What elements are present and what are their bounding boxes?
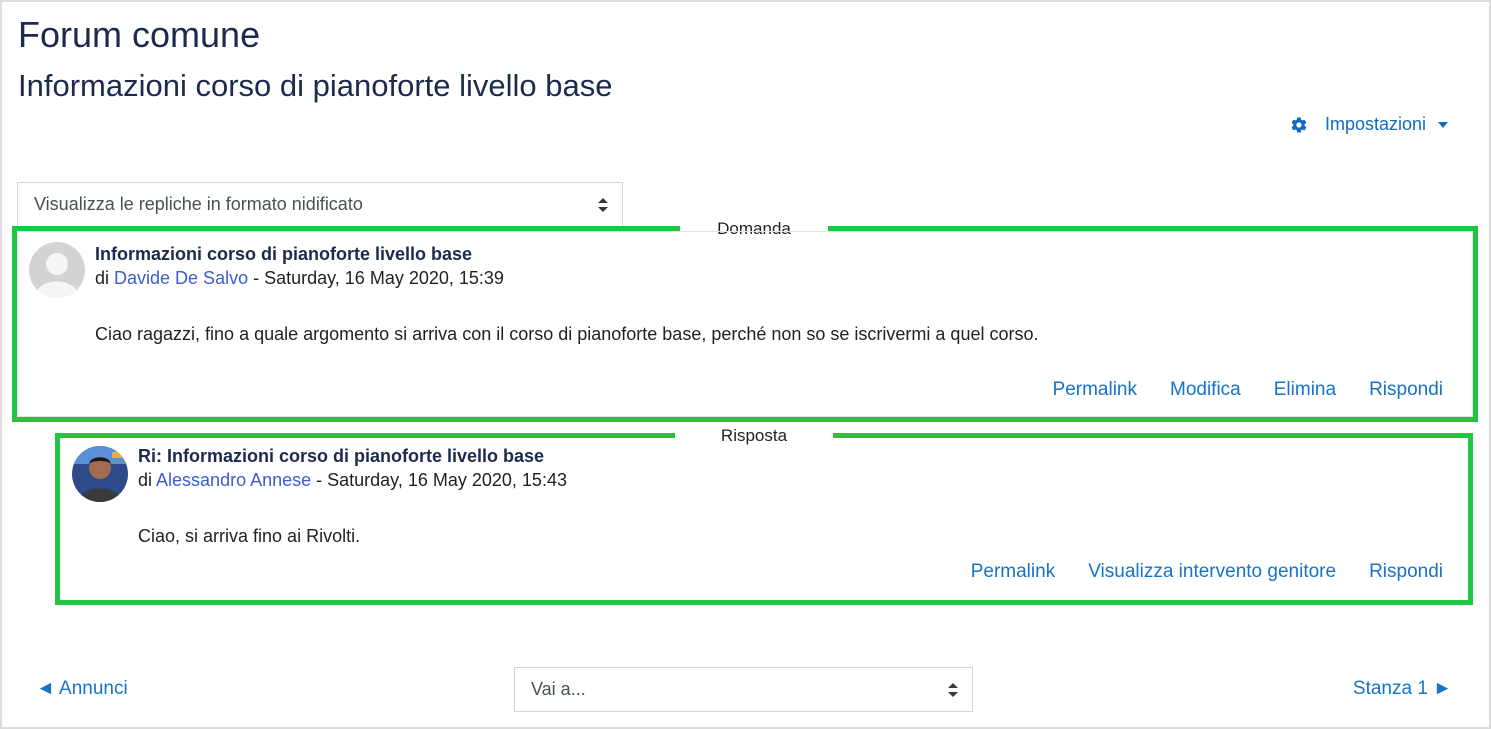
edit-link[interactable]: Modifica: [1170, 379, 1241, 401]
post-subject: Informazioni corso di pianoforte livello…: [95, 244, 473, 264]
select-arrows-icon: [948, 682, 958, 697]
post-meta: di Davide De Salvo - Saturday, 16 May 20…: [95, 268, 504, 289]
post-date: - Saturday, 16 May 2020, 15:39: [248, 268, 504, 288]
post-subject: Ri: Informazioni corso di pianoforte liv…: [138, 446, 545, 466]
discussion-title: Informazioni corso di pianoforte livello…: [18, 68, 613, 103]
by-prefix: di: [95, 268, 115, 288]
jump-to-select[interactable]: Vai a...: [514, 667, 973, 712]
next-activity-link[interactable]: Stanza 1 ►: [1353, 678, 1452, 700]
author-link[interactable]: Davide De Salvo: [114, 268, 248, 288]
by-prefix: di: [138, 470, 157, 490]
caret-down-icon: [1438, 121, 1449, 128]
reply-link[interactable]: Rispondi: [1369, 561, 1443, 583]
default-user-icon: [29, 242, 85, 298]
post-date: - Saturday, 16 May 2020, 15:43: [311, 470, 567, 490]
display-mode-select[interactable]: Visualizza le repliche in formato nidifi…: [17, 182, 623, 227]
post-actions: Permalink Modifica Elimina Rispondi: [1053, 379, 1443, 401]
forum-title: Forum comune: [18, 14, 261, 55]
avatar[interactable]: [72, 446, 128, 502]
prev-activity-link[interactable]: ◄ Annunci: [36, 678, 128, 700]
show-parent-link[interactable]: Visualizza intervento genitore: [1088, 561, 1336, 583]
gear-icon: [1291, 116, 1307, 133]
permalink-link[interactable]: Permalink: [971, 561, 1055, 583]
jump-to-value: Vai a...: [531, 679, 586, 699]
post-actions: Permalink Visualizza intervento genitore…: [971, 561, 1443, 583]
select-arrows-icon: [598, 197, 608, 212]
answer-annotation-label: Risposta: [675, 426, 833, 446]
post-body: Ciao ragazzi, fino a quale argomento si …: [95, 324, 1039, 344]
author-link[interactable]: Alessandro Annese: [156, 470, 311, 490]
settings-menu[interactable]: Impostazioni: [1290, 114, 1449, 135]
display-mode-value: Visualizza le repliche in formato nidifi…: [34, 194, 363, 214]
permalink-link[interactable]: Permalink: [1053, 379, 1137, 401]
avatar[interactable]: [29, 242, 85, 298]
delete-link[interactable]: Elimina: [1274, 379, 1336, 401]
settings-label: Impostazioni: [1325, 114, 1427, 134]
user-photo-icon: [72, 446, 128, 502]
post-meta: di Alessandro Annese - Saturday, 16 May …: [138, 470, 567, 491]
post-body: Ciao, si arriva fino ai Rivolti.: [138, 526, 361, 546]
reply-link[interactable]: Rispondi: [1369, 379, 1443, 401]
